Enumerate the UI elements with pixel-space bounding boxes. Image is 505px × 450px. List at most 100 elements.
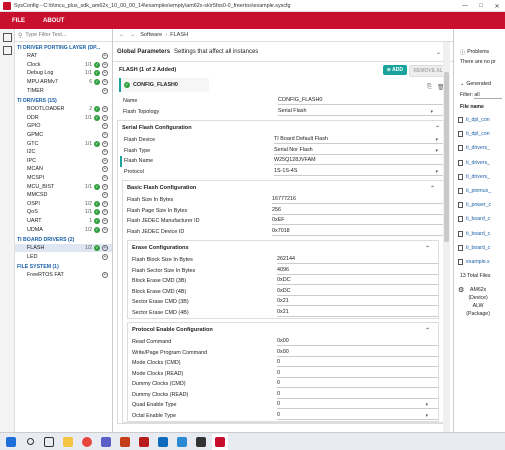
instance-config-flash0[interactable]: ✓ CONFIG_FLASH0 bbox=[119, 78, 209, 92]
tree-item[interactable]: QoS 1/1 ✓ + bbox=[15, 208, 112, 217]
tree-item[interactable]: GPIO + bbox=[15, 122, 112, 131]
config-value-field[interactable]: 0 bbox=[277, 401, 438, 410]
config-value-field[interactable]: 0x21 bbox=[277, 298, 438, 307]
generated-file-item[interactable]: ti_board_c bbox=[454, 227, 505, 241]
generated-file-item[interactable]: ti_dpl_con bbox=[454, 127, 505, 141]
add-instance-icon[interactable]: + bbox=[102, 245, 108, 252]
generated-file-item[interactable]: ti_drivers_ bbox=[454, 170, 505, 184]
tree-group-header[interactable]: TI BOARD DRIVERS (2) bbox=[15, 236, 112, 244]
add-instance-icon[interactable]: + bbox=[102, 132, 108, 139]
file-explorer-icon[interactable] bbox=[60, 434, 76, 450]
breadcrumb-software[interactable]: Software bbox=[140, 32, 162, 38]
tree-group-header[interactable]: FILE SYSTEM (1) bbox=[15, 263, 112, 271]
tree-item[interactable]: MPU ARMv7 6 ✓ + bbox=[15, 78, 112, 87]
config-value-field[interactable]: 0 bbox=[277, 380, 438, 389]
tree-group-header[interactable]: TI DRIVER PORTING LAYER (DP... bbox=[15, 44, 112, 52]
add-instance-icon[interactable]: + bbox=[102, 70, 108, 77]
generated-file-item[interactable]: ti_drivers_ bbox=[454, 156, 505, 170]
forward-arrow-icon[interactable]: → bbox=[130, 32, 136, 38]
chevron-down-icon[interactable]: ⌄ bbox=[436, 49, 441, 56]
generated-file-item[interactable]: ti_board_c bbox=[454, 212, 505, 226]
config-value-field[interactable]: 0x21 bbox=[277, 309, 438, 317]
tree-item[interactable]: I2C + bbox=[15, 148, 112, 157]
config-value-field[interactable]: 262144 bbox=[277, 256, 438, 265]
task-view-icon[interactable] bbox=[41, 434, 57, 450]
config-value-field[interactable]: 256 bbox=[272, 207, 443, 215]
serial-flash-header[interactable]: Serial Flash Configuration ⌃ bbox=[118, 121, 448, 135]
terminal-icon[interactable] bbox=[193, 434, 209, 450]
sysconfig-taskbar-icon[interactable] bbox=[212, 433, 228, 450]
add-instance-icon[interactable]: + bbox=[102, 114, 108, 121]
topology-select[interactable]: Serial Flash bbox=[278, 108, 443, 116]
back-arrow-icon[interactable]: ← bbox=[119, 32, 125, 38]
tree-item[interactable]: FLASH 1/2 ✓ + bbox=[15, 243, 112, 253]
windows-start-icon[interactable] bbox=[3, 434, 19, 450]
add-instance-icon[interactable]: + bbox=[102, 209, 108, 216]
chevron-up-icon[interactable]: ⌃ bbox=[425, 245, 430, 252]
add-instance-icon[interactable]: + bbox=[102, 253, 108, 260]
config-value-field[interactable]: 4096 bbox=[277, 267, 438, 275]
protocol-enable-header[interactable]: Protocol Enable Configuration ⌃ bbox=[128, 323, 438, 337]
hardware-view-icon[interactable] bbox=[3, 46, 12, 55]
tree-item[interactable]: MCSPI + bbox=[15, 174, 112, 183]
menu-about[interactable]: ABOUT bbox=[43, 18, 64, 24]
basic-flash-header[interactable]: Basic Flash Configuration ⌃ bbox=[123, 181, 443, 195]
generated-file-item[interactable]: ti_power_c bbox=[454, 198, 505, 212]
add-button[interactable]: ⊕ ADD bbox=[382, 65, 407, 75]
tree-item[interactable]: OSPI 1/2 ✓ + bbox=[15, 200, 112, 209]
tree-item[interactable]: Debug Log 1/1 ✓ + bbox=[15, 69, 112, 78]
generated-file-item[interactable]: ti_board_c bbox=[454, 241, 505, 255]
pdf-icon[interactable] bbox=[136, 434, 152, 450]
protocol-select[interactable]: 1S-1S-4S bbox=[274, 168, 448, 176]
add-instance-icon[interactable]: + bbox=[102, 166, 108, 173]
minimize-button[interactable]: — bbox=[457, 0, 473, 12]
add-instance-icon[interactable]: + bbox=[102, 157, 108, 164]
add-instance-icon[interactable]: + bbox=[102, 192, 108, 199]
global-parameters-header[interactable]: Global Parameters Settings that affect a… bbox=[113, 42, 453, 62]
tree-item[interactable]: FreeRTOS FAT + bbox=[15, 271, 112, 280]
scrollbar-thumb[interactable] bbox=[444, 72, 449, 242]
config-value-field[interactable]: 0x7018 bbox=[272, 228, 443, 236]
chevron-up-icon[interactable]: ⌃ bbox=[430, 185, 435, 192]
tree-item[interactable]: Clock 1/1 ✓ + bbox=[15, 61, 112, 70]
config-value-field[interactable]: 0xEF bbox=[272, 217, 443, 226]
config-value-field[interactable]: 0x00 bbox=[277, 338, 438, 347]
add-instance-icon[interactable]: + bbox=[102, 123, 108, 130]
flash-device-select[interactable]: TI Board Default Flash bbox=[274, 136, 448, 145]
config-value-field[interactable]: 0 bbox=[277, 391, 438, 399]
software-view-icon[interactable] bbox=[3, 33, 12, 42]
problems-header[interactable]: ⓘ Problems bbox=[454, 47, 505, 57]
add-instance-icon[interactable]: + bbox=[102, 53, 108, 60]
config-value-field[interactable]: 0 bbox=[277, 412, 438, 420]
tree-group-header[interactable]: TI DRIVERS (15) bbox=[15, 97, 112, 105]
add-instance-icon[interactable]: + bbox=[102, 272, 108, 279]
generated-file-item[interactable]: ti_dpl_con bbox=[454, 113, 505, 127]
add-instance-icon[interactable]: + bbox=[102, 217, 108, 224]
menu-file[interactable]: FILE bbox=[12, 18, 25, 24]
copy-icon[interactable]: ⎘ bbox=[427, 84, 432, 91]
add-instance-icon[interactable]: + bbox=[102, 183, 108, 190]
tree-item[interactable]: BOOTLOADER 2 ✓ + bbox=[15, 105, 112, 114]
tree-item[interactable]: GPMC + bbox=[15, 131, 112, 140]
erase-config-header[interactable]: Erase Configurations ⌃ bbox=[128, 241, 438, 255]
add-instance-icon[interactable]: + bbox=[102, 87, 108, 94]
chevron-up-icon[interactable]: ⌃ bbox=[435, 125, 440, 132]
search-icon[interactable] bbox=[22, 434, 38, 450]
tree-item[interactable]: IPC + bbox=[15, 157, 112, 166]
chevron-up-icon[interactable]: ⌃ bbox=[425, 327, 430, 334]
tree-filter-input[interactable] bbox=[25, 32, 96, 38]
config-value-field[interactable]: 0 bbox=[277, 359, 438, 368]
generated-file-item[interactable]: ti_drivers_ bbox=[454, 141, 505, 155]
teams-icon[interactable] bbox=[98, 434, 114, 450]
powerpoint-icon[interactable] bbox=[117, 434, 133, 450]
name-field[interactable]: CONFIG_FLASH0 bbox=[278, 97, 443, 106]
add-instance-icon[interactable]: + bbox=[102, 106, 108, 113]
main-scrollbar[interactable] bbox=[443, 42, 450, 432]
filter-select[interactable]: all bbox=[474, 92, 503, 99]
flash-name-field[interactable]: W25Q128JVFAM bbox=[274, 157, 448, 166]
add-instance-icon[interactable]: + bbox=[102, 149, 108, 156]
outlook-icon[interactable] bbox=[155, 434, 171, 450]
tree-item[interactable]: UART 1 ✓ + bbox=[15, 217, 112, 226]
add-instance-icon[interactable]: + bbox=[102, 200, 108, 207]
tree-item[interactable]: MCAN + bbox=[15, 165, 112, 174]
